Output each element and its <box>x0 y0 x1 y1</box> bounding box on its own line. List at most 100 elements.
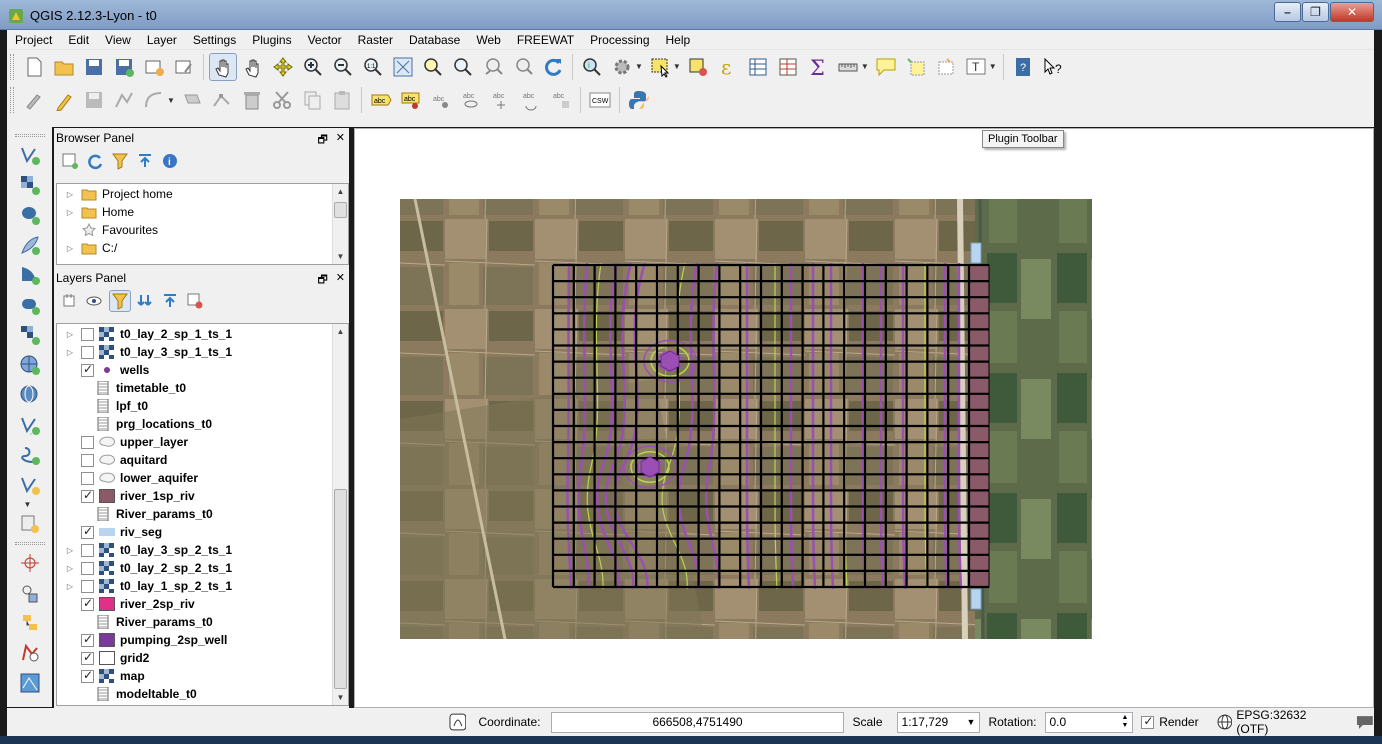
spatial-query-button[interactable] <box>16 639 44 667</box>
run-feature-action-button[interactable] <box>608 53 636 81</box>
copy-features-button[interactable] <box>298 86 326 114</box>
chevron-down-icon[interactable]: ▼ <box>673 62 681 71</box>
layer-item[interactable]: wells <box>57 361 348 379</box>
menu-freewat[interactable]: FREEWAT <box>509 33 582 47</box>
attribute-table-button[interactable] <box>744 53 772 81</box>
maximize-button[interactable]: ❐ <box>1302 2 1329 22</box>
menu-help[interactable]: Help <box>658 33 699 47</box>
remove-layer-button[interactable] <box>184 290 206 312</box>
expand-arrow-icon[interactable]: ▷ <box>63 330 77 339</box>
help-contents-button[interactable]: ? <box>1009 53 1037 81</box>
spinner-arrows-icon[interactable]: ▲ ▼ <box>1121 714 1128 730</box>
float-panel-icon[interactable]: 🗗 <box>317 131 327 150</box>
browser-item[interactable]: Favourites <box>57 221 348 239</box>
save-edits-button[interactable] <box>80 86 108 114</box>
layer-visibility-checkbox[interactable] <box>81 362 94 377</box>
scroll-down-arrow-icon[interactable]: ▼ <box>333 249 348 264</box>
layer-visibility-checkbox[interactable] <box>81 579 94 593</box>
pan-center-button[interactable] <box>269 53 297 81</box>
float-panel-icon[interactable]: 🗗 <box>317 271 327 290</box>
expand-arrow-icon[interactable]: ▷ <box>63 244 77 253</box>
select-features-button[interactable] <box>646 53 674 81</box>
close-panel-icon[interactable]: ✕ <box>336 131 345 150</box>
expand-arrow-icon[interactable]: ▷ <box>63 208 77 217</box>
add-selected-layers-button[interactable] <box>59 150 81 172</box>
layer-visibility-checkbox[interactable] <box>81 561 94 575</box>
expand-arrow-icon[interactable]: ▷ <box>63 190 77 199</box>
pan-map-button[interactable] <box>209 52 237 81</box>
new-spatialite-button[interactable] <box>16 510 44 538</box>
rotation-spinbox[interactable]: 0.0 ▲ ▼ <box>1044 711 1134 733</box>
browser-properties-button[interactable]: i <box>159 150 181 172</box>
chevron-down-icon[interactable]: ▼ <box>861 62 869 71</box>
show-bookmarks-button[interactable] <box>932 53 960 81</box>
layer-styling-button[interactable] <box>59 290 81 312</box>
open-project-button[interactable] <box>50 53 78 81</box>
add-wcs-layer-button[interactable] <box>16 351 44 379</box>
zoom-last-button[interactable] <box>479 53 507 81</box>
add-oracle-layer-button[interactable] <box>16 291 44 319</box>
map-tips-button[interactable] <box>872 53 900 81</box>
add-circular-string-button[interactable] <box>140 86 168 114</box>
zoom-out-button[interactable] <box>329 53 357 81</box>
menu-settings[interactable]: Settings <box>185 33 244 47</box>
scroll-down-arrow-icon[interactable]: ▼ <box>333 690 348 705</box>
statistics-button[interactable]: Σ <box>804 53 832 81</box>
zoom-actual-button[interactable]: 1:1 <box>359 53 387 81</box>
toolbar-grip[interactable] <box>10 53 14 80</box>
add-delimited-text-button[interactable]: , <box>16 411 44 439</box>
toolbar-grip[interactable] <box>14 542 45 545</box>
expand-arrow-icon[interactable]: ▷ <box>63 564 77 573</box>
coordinate-field[interactable]: 666508,4751490 <box>550 711 845 733</box>
chevron-down-icon[interactable]: ▼ <box>167 96 175 105</box>
minimize-button[interactable]: – <box>1274 2 1301 22</box>
layer-item[interactable]: ▷ t0_lay_3_sp_1_ts_1 <box>57 343 348 361</box>
layer-item[interactable]: map <box>57 667 348 685</box>
messages-toggle-icon[interactable] <box>449 713 467 731</box>
whats-this-button[interactable]: ? <box>1039 53 1067 81</box>
rotate-label-button[interactable]: abc <box>517 86 545 114</box>
zoom-next-button[interactable] <box>509 53 537 81</box>
menu-edit[interactable]: Edit <box>60 33 97 47</box>
layer-visibility-checkbox[interactable] <box>81 435 94 449</box>
layer-visibility-checkbox[interactable] <box>81 524 94 539</box>
expand-all-button[interactable] <box>134 290 156 312</box>
layer-item[interactable]: River_params_t0 <box>57 613 348 631</box>
layer-visibility-checkbox[interactable] <box>81 488 94 503</box>
coordinate-capture-button[interactable] <box>16 549 44 577</box>
chevron-down-icon[interactable]: ▼ <box>967 717 976 727</box>
browser-item[interactable]: ▷ Home <box>57 203 348 221</box>
text-annotation-button[interactable]: T <box>962 53 990 81</box>
pan-to-selection-button[interactable] <box>239 53 267 81</box>
menu-web[interactable]: Web <box>468 33 508 47</box>
deselect-button[interactable] <box>684 53 712 81</box>
new-shapefile-button[interactable] <box>16 471 44 499</box>
render-checkbox[interactable] <box>1141 714 1155 729</box>
change-label-button[interactable]: abc <box>547 86 575 114</box>
python-console-button[interactable] <box>625 86 653 114</box>
add-mssql-layer-button[interactable] <box>16 261 44 289</box>
current-edits-button[interactable] <box>20 86 48 114</box>
identify-button[interactable]: i <box>578 53 606 81</box>
refresh-button[interactable] <box>539 53 567 81</box>
menu-vector[interactable]: Vector <box>300 33 350 47</box>
layer-item[interactable]: River_params_t0 <box>57 505 348 523</box>
close-panel-icon[interactable]: ✕ <box>336 271 345 290</box>
toolbar-grip[interactable] <box>10 87 14 113</box>
cut-features-button[interactable] <box>268 86 296 114</box>
layer-item[interactable]: pumping_2sp_well <box>57 631 348 649</box>
scale-combobox[interactable]: 1:17,729 ▼ <box>896 711 981 733</box>
move-label-button[interactable]: abc <box>487 86 515 114</box>
zoom-selection-button[interactable] <box>419 53 447 81</box>
scroll-thumb[interactable] <box>334 202 347 218</box>
zoom-layer-button[interactable] <box>449 53 477 81</box>
layers-scrollbar[interactable]: ▲ ▼ <box>332 324 348 705</box>
layer-visibility-checkbox[interactable] <box>81 632 94 647</box>
menu-layer[interactable]: Layer <box>139 33 185 47</box>
new-bookmark-button[interactable] <box>902 53 930 81</box>
csw-client-button[interactable]: CSW <box>586 86 614 114</box>
pin-labels-button[interactable]: abc <box>397 86 425 114</box>
zoom-in-button[interactable] <box>299 53 327 81</box>
browser-item[interactable]: ▷ Project home <box>57 185 348 203</box>
layer-visibility-checkbox[interactable] <box>81 471 94 485</box>
